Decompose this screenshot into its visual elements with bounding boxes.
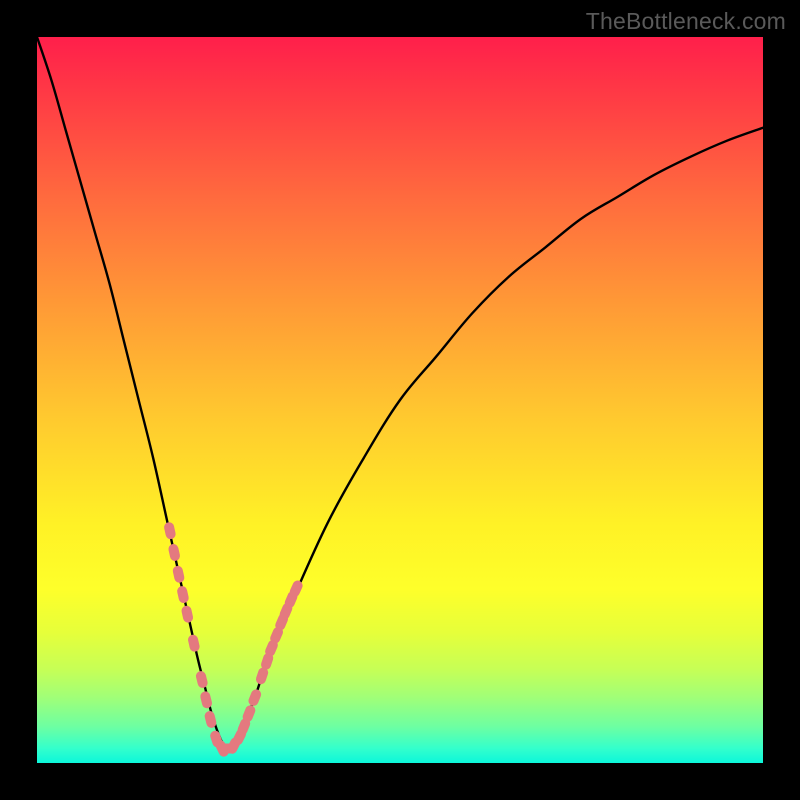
data-marker <box>163 521 176 540</box>
data-markers <box>163 521 304 758</box>
chart-svg <box>37 37 763 763</box>
data-marker <box>176 585 189 604</box>
data-marker <box>247 688 263 707</box>
data-marker <box>187 634 200 653</box>
data-marker <box>199 690 213 709</box>
watermark-text: TheBottleneck.com <box>586 8 786 35</box>
outer-frame: TheBottleneck.com <box>0 0 800 800</box>
plot-area <box>37 37 763 763</box>
data-marker <box>172 565 185 584</box>
data-marker <box>195 670 209 689</box>
bottleneck-curve <box>37 37 763 750</box>
data-marker <box>167 543 180 562</box>
data-marker <box>181 605 194 624</box>
